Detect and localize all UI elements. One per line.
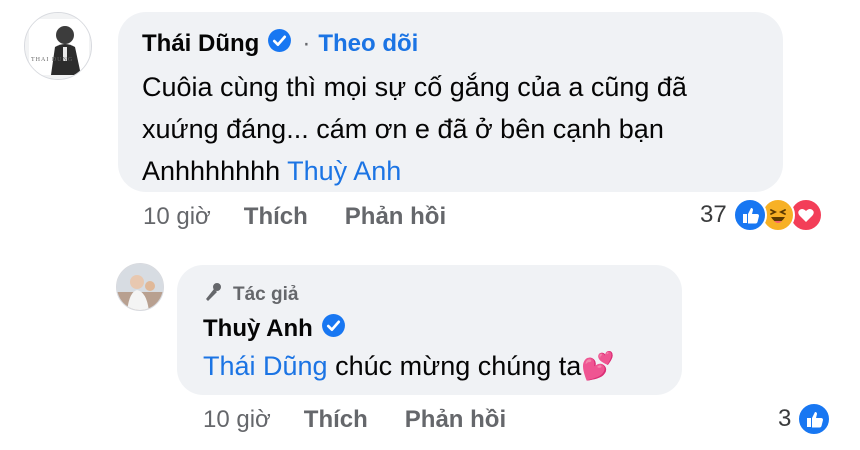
separator-dot: ·	[302, 30, 311, 57]
like-icon	[797, 402, 832, 436]
verified-badge-icon	[321, 313, 346, 345]
avatar-caption: THAI DUNG	[31, 57, 74, 63]
comment-line: xuứng đáng... cám ơn e đã ở bên cạnh bạn	[142, 114, 664, 144]
author-badge-label: Tác giả	[233, 284, 299, 305]
comment-line: Anhhhhhhh Thuỳ Anh	[142, 150, 687, 192]
reply-time[interactable]: 10 giờ	[203, 406, 271, 434]
reaction-summary[interactable]: 37	[700, 198, 823, 232]
microphone-icon	[203, 281, 225, 309]
reply-author[interactable]: Thuỳ Anh	[203, 315, 313, 343]
like-action[interactable]: Thích	[304, 406, 368, 434]
reply-text: Thái Dũng chúc mừng chúng ta💕	[203, 346, 615, 386]
like-icon	[732, 198, 767, 232]
reply-action[interactable]: Phản hồi	[405, 406, 506, 434]
verified-badge-icon	[267, 28, 292, 60]
reply-message: chúc mừng chúng ta	[335, 351, 582, 381]
reply-reaction-summary[interactable]: 3	[778, 402, 832, 436]
comment-header: Thái Dũng · Theo dõi	[142, 28, 418, 60]
comment-time[interactable]: 10 giờ	[143, 203, 211, 231]
author-badge: Tác giả	[203, 281, 298, 309]
avatar-photo	[25, 13, 91, 79]
comment-line: Cuôia cùng thì mọi sự cố gắng của a cũng…	[142, 72, 687, 102]
comment-actions: 10 giờ Thích Phản hồi	[143, 203, 446, 231]
mention-link[interactable]: Thái Dũng	[203, 351, 328, 381]
comment-bubble: Thái Dũng · Theo dõi Cuôia cùng thì mọi …	[118, 12, 783, 192]
reply-bubble: Tác giả Thuỳ Anh Thái Dũng chúc mừng chú…	[177, 265, 682, 395]
avatar-thuy-anh[interactable]	[116, 263, 164, 311]
reply-actions: 10 giờ Thích Phản hồi	[203, 406, 506, 434]
follow-button[interactable]: Theo dõi	[318, 30, 418, 58]
avatar-thai-dung[interactable]: THAI DUNG	[24, 12, 92, 80]
comment-author[interactable]: Thái Dũng	[142, 30, 259, 58]
reaction-count: 37	[700, 201, 727, 228]
reaction-count: 3	[778, 405, 792, 432]
reply-header: Thuỳ Anh	[203, 313, 346, 345]
comment-line-prefix: Anhhhhhhh	[142, 156, 281, 186]
two-hearts-emoji: 💕	[581, 351, 615, 381]
reply-action[interactable]: Phản hồi	[345, 203, 446, 231]
mention-link[interactable]: Thuỳ Anh	[287, 156, 401, 186]
avatar-photo	[117, 264, 163, 310]
comment-text: Cuôia cùng thì mọi sự cố gắng của a cũng…	[142, 66, 687, 192]
like-action[interactable]: Thích	[244, 203, 308, 231]
